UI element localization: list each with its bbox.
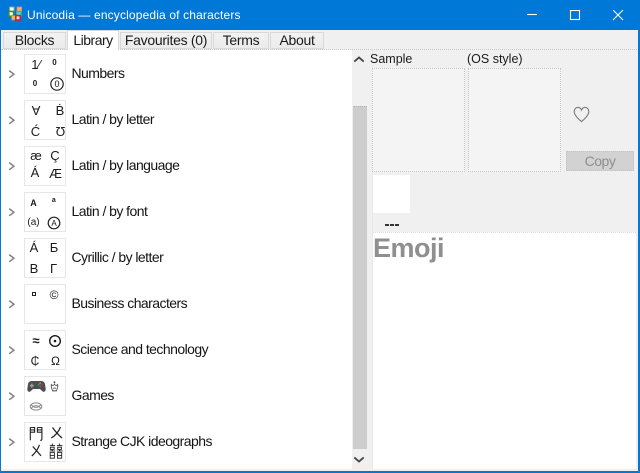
svg-text:A: A [51,218,57,227]
svg-text:0: 0 [54,79,59,89]
